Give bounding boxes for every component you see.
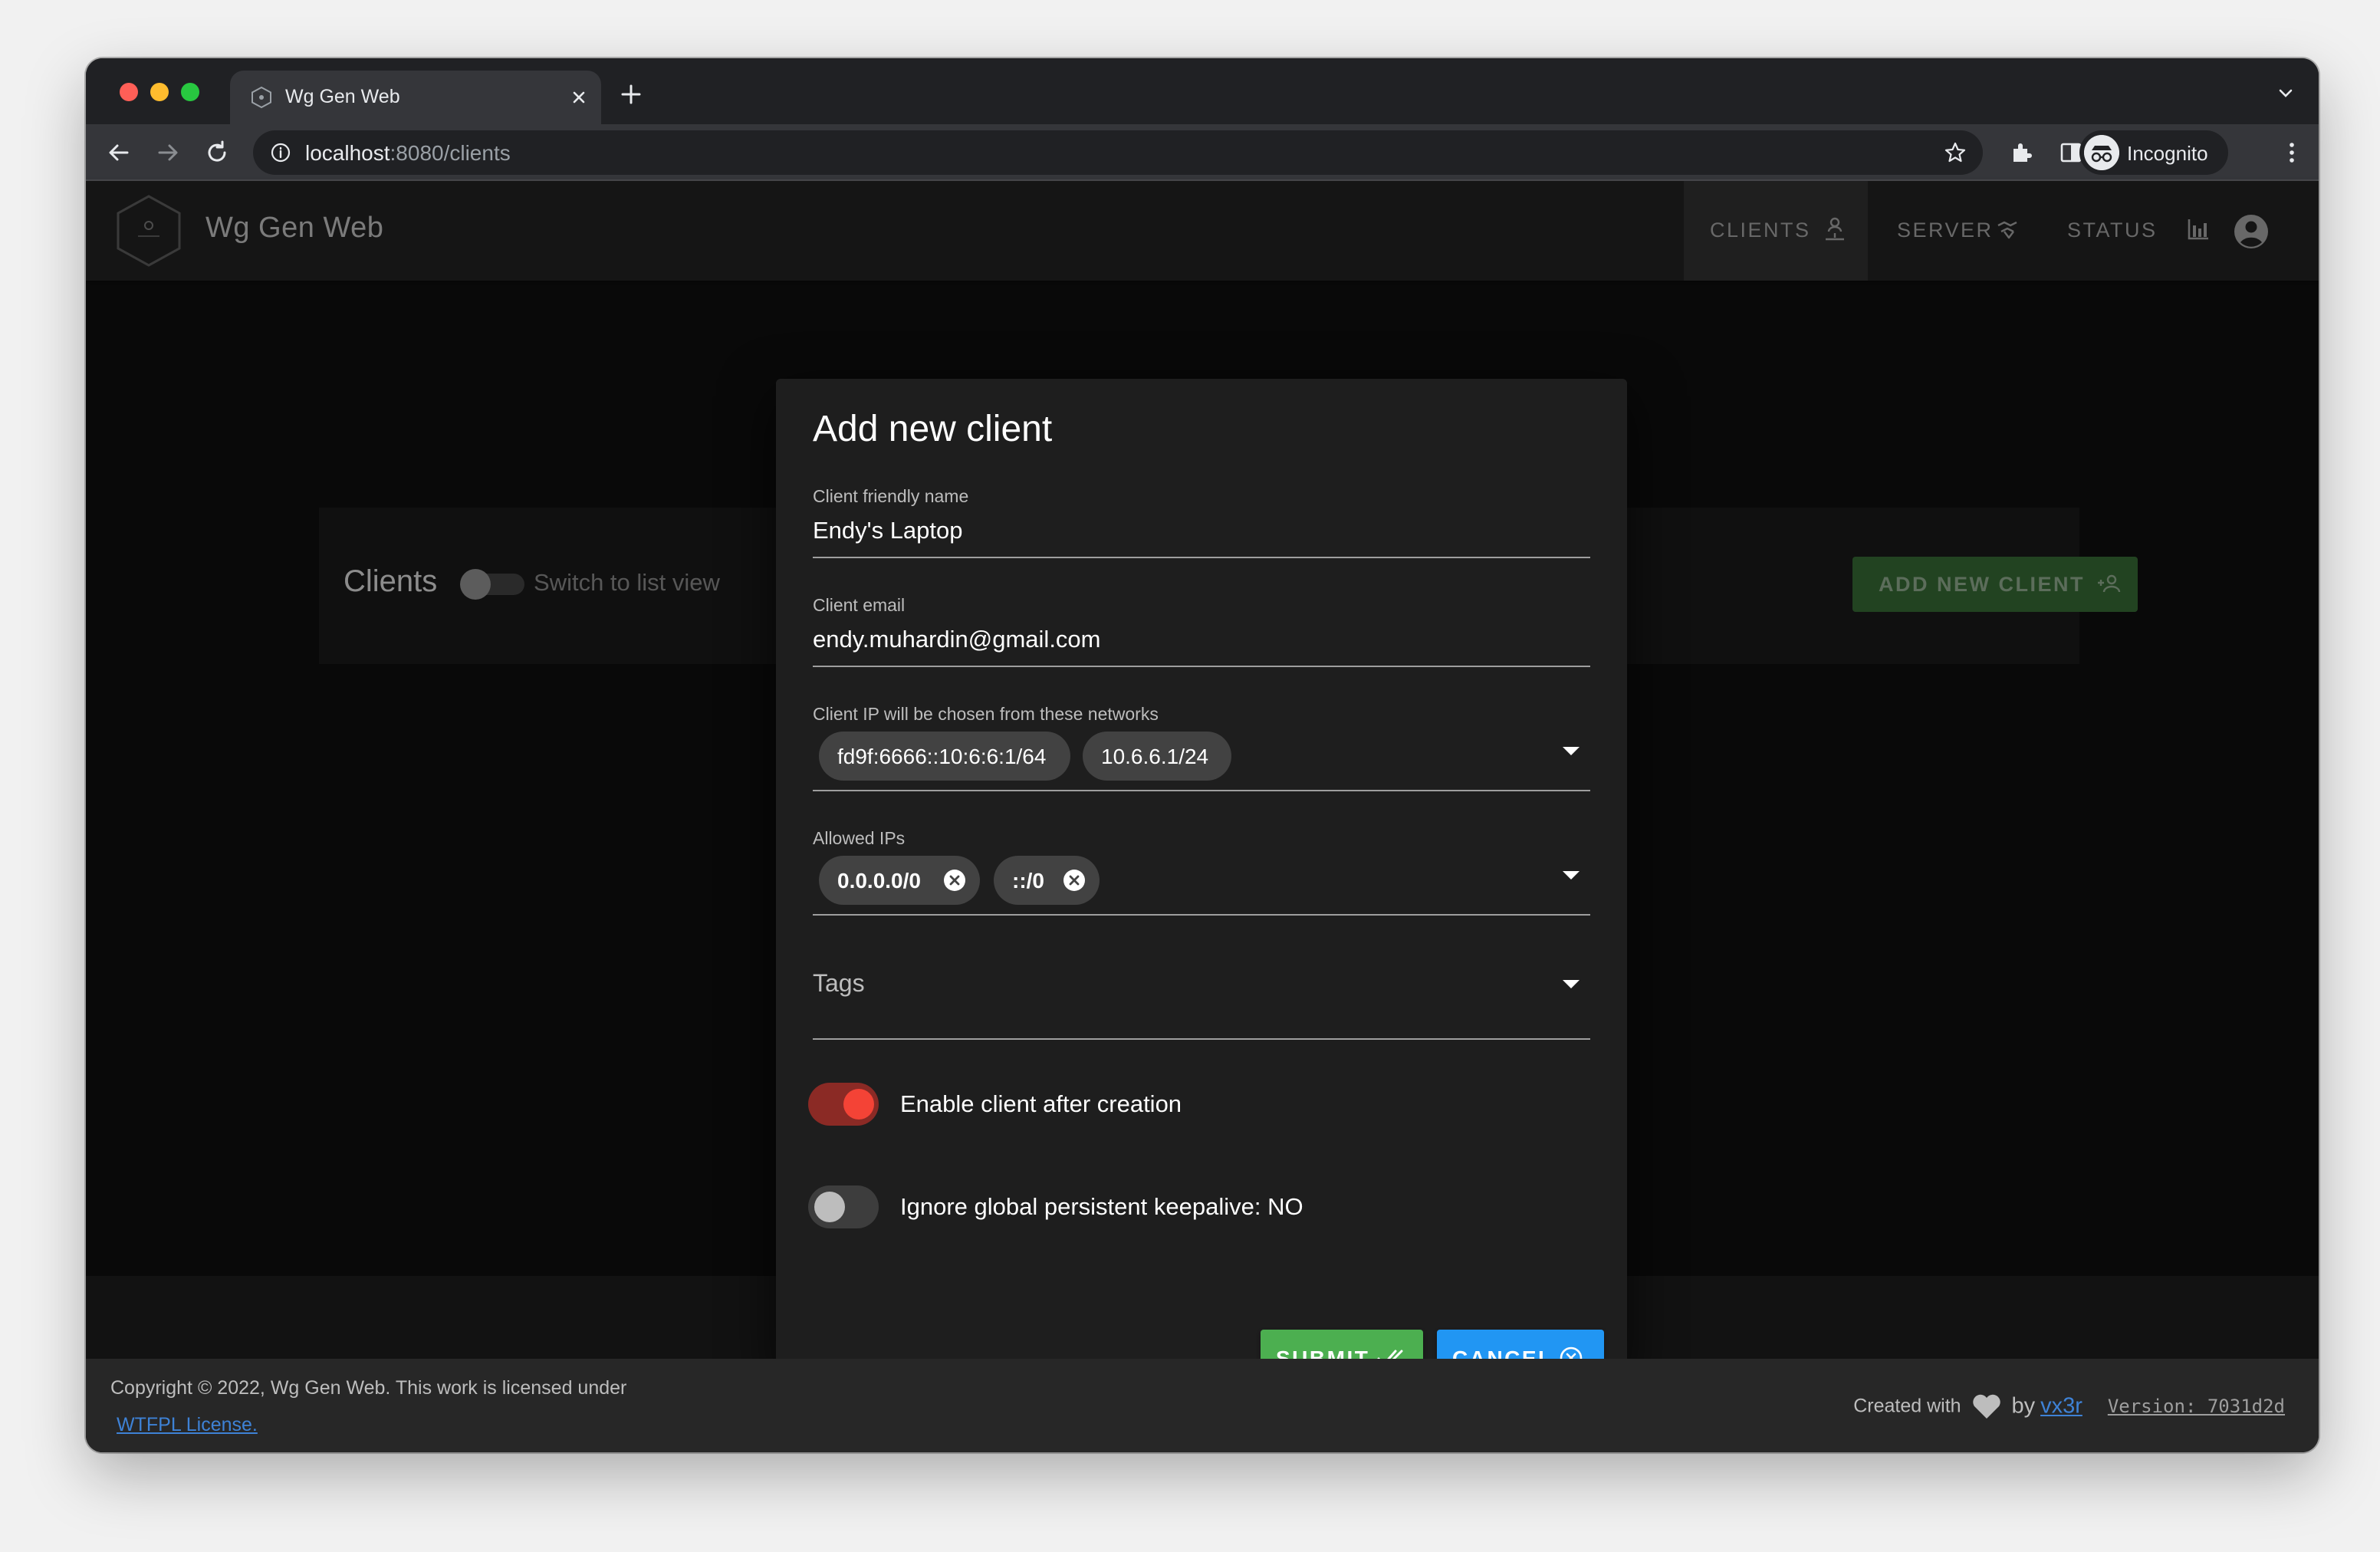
tags-label: Tags [813,969,865,997]
footer-credits: Created with by vx3r Version: 7031d2d [1853,1393,2285,1423]
reload-icon[interactable] [202,138,232,167]
network-chip-label: fd9f:6666::10:6:6:1/64 [837,745,1047,768]
network-chip[interactable]: fd9f:6666::10:6:6:1/64 [819,732,1070,781]
footer-author-link[interactable]: vx3r [2040,1394,2082,1419]
client-email-input[interactable]: endy.muhardin@gmail.com [813,626,1101,653]
close-window-button[interactable] [120,83,138,101]
url-host: localhost [305,141,390,165]
allowed-ip-chip-label: 0.0.0.0/0 [837,869,921,893]
client-name-input[interactable]: Endy's Laptop [813,517,963,544]
bookmark-star-icon[interactable] [1943,140,1967,165]
enable-client-label: Enable client after creation [900,1090,1182,1117]
maximize-window-button[interactable] [181,83,199,101]
app-footer: Copyright © 2022, Wg Gen Web. This work … [86,1359,2319,1452]
add-client-dialog: Add new client Client friendly name Endy… [776,379,1627,1386]
address-bar[interactable]: localhost:8080/clients [253,130,1983,175]
footer-copyright: Copyright © 2022, Wg Gen Web. This work … [110,1377,627,1399]
enable-client-switch-knob[interactable] [843,1089,874,1120]
client-name-field[interactable]: Client friendly name Endy's Laptop [813,486,1590,558]
tags-select[interactable]: Tags [813,969,1590,1040]
network-chip-label: 10.6.6.1/24 [1101,745,1209,768]
close-tab-icon[interactable] [566,84,592,110]
client-networks-select[interactable]: Client IP will be chosen from these netw… [813,704,1590,791]
allowed-ip-chip[interactable]: 0.0.0.0/0 [819,856,980,905]
ignore-keepalive-label: Ignore global persistent keepalive: NO [900,1193,1303,1220]
app-root: Wg Gen Web CLIENTS SERVER STATUS Clients… [86,181,2319,1452]
browser-menu-kebab-icon[interactable] [2277,138,2306,167]
incognito-label: Incognito [2127,142,2208,165]
new-tab-icon[interactable] [618,81,644,107]
allowed-ip-chip[interactable]: ::/0 [994,856,1100,905]
heart-icon [1972,1394,2000,1419]
footer-license-link[interactable]: WTFPL License. [117,1414,258,1436]
tags-dropdown-caret-icon[interactable] [1563,980,1580,988]
footer-version: Version: 7031d2d [2107,1396,2285,1417]
extensions-puzzle-icon[interactable] [2007,138,2036,167]
networks-dropdown-caret-icon[interactable] [1563,747,1580,755]
info-icon[interactable] [270,142,291,163]
client-email-label: Client email [813,595,906,615]
browser-toolbar: localhost:8080/clients Incognito [86,124,2319,181]
forward-arrow-icon[interactable] [153,138,182,167]
ignore-keepalive-switch-knob[interactable] [814,1192,845,1222]
client-name-label: Client friendly name [813,486,969,506]
tab-title: Wg Gen Web [285,86,400,107]
url-path: :8080/clients [390,141,511,165]
allowed-ips-label: Allowed IPs [813,828,906,848]
incognito-profile-button[interactable]: Incognito [2079,130,2228,175]
allowed-ips-select[interactable]: Allowed IPs 0.0.0.0/0 ::/0 [813,828,1590,916]
browser-tab-bar: Wg Gen Web [86,58,2319,124]
back-arrow-icon[interactable] [104,138,133,167]
close-circle-icon[interactable] [1063,869,1086,892]
tab-search-chevron-icon[interactable] [2274,81,2297,104]
url-text: localhost:8080/clients [305,141,511,166]
client-networks-label: Client IP will be chosen from these netw… [813,704,1159,724]
browser-window: Wg Gen Web localhost:8080/clients Incogn… [86,58,2319,1452]
allowed-ip-chip-label: ::/0 [1012,869,1044,893]
footer-created-with: Created with [1853,1395,1961,1417]
footer-by: by [2011,1393,2036,1419]
allowed-ips-dropdown-caret-icon[interactable] [1563,871,1580,880]
browser-tab[interactable]: Wg Gen Web [230,71,601,124]
hexagon-favicon-icon [251,86,271,109]
minimize-window-button[interactable] [150,83,169,101]
incognito-icon [2084,135,2119,170]
client-email-field[interactable]: Client email endy.muhardin@gmail.com [813,595,1590,667]
network-chip[interactable]: 10.6.6.1/24 [1083,732,1231,781]
close-circle-icon[interactable] [943,869,966,892]
dialog-title: Add new client [813,409,1053,449]
